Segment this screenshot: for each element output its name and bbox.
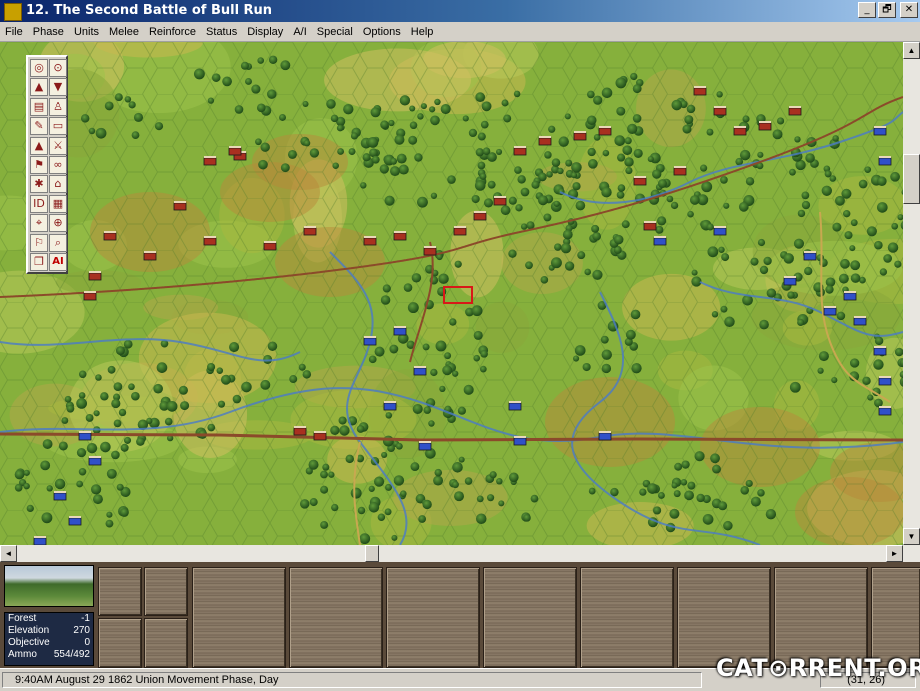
unit-panel: Forest -1 Elevation 270 Objective 0 Ammo 554…: [0, 562, 920, 668]
scroll-up-button[interactable]: ▲: [903, 42, 920, 59]
binoculars-icon[interactable]: ∞: [49, 156, 67, 174]
horizontal-scrollbar[interactable]: ◄ ►: [0, 545, 920, 562]
vertical-scroll-thumb[interactable]: [903, 154, 920, 204]
menu-status[interactable]: Status: [201, 26, 242, 38]
window-title: 12. The Second Battle of Bull Run: [26, 3, 273, 18]
scroll-down-button[interactable]: ▼: [903, 528, 920, 545]
unit-slot[interactable]: [98, 618, 142, 668]
unit-slot[interactable]: [774, 567, 868, 668]
leader-icon[interactable]: ⚑: [30, 156, 48, 174]
unit-slot[interactable]: [144, 567, 188, 616]
find-icon[interactable]: ⊙: [49, 59, 67, 77]
menu-file[interactable]: File: [0, 26, 28, 38]
menu-reinforce[interactable]: Reinforce: [144, 26, 201, 38]
hex-selection-box: [443, 286, 473, 304]
menu-help[interactable]: Help: [406, 26, 439, 38]
menu-special[interactable]: Special: [312, 26, 358, 38]
unit-slot[interactable]: [144, 618, 188, 668]
info-label: Forest: [8, 613, 37, 624]
info-label: Ammo: [8, 649, 37, 660]
fire-icon[interactable]: ⚔: [49, 136, 67, 155]
menu-melee[interactable]: Melee: [104, 26, 144, 38]
info-value: 0: [84, 637, 90, 648]
elevation-icon[interactable]: ▲: [30, 136, 48, 155]
battle-map[interactable]: [0, 42, 920, 545]
command-toolbar: ◎ ⊙ ▲ ▼ ▤ ♙ ✎ ▭ ▲ ⚔ ⚑ ∞ ✱ ⌂ ID ▦ ⌖ ⊕ ⚐ ⌕ ❐ AI: [26, 55, 68, 274]
unit-slots: [96, 564, 920, 668]
flag-icon[interactable]: ⚐: [30, 233, 48, 252]
watermark-text: CAT⊙RRENT.ORG: [716, 654, 920, 682]
map-icon[interactable]: ▦: [49, 194, 67, 213]
info-row-forest: Forest -1: [5, 613, 93, 625]
unit-slot[interactable]: [192, 567, 286, 668]
close-button[interactable]: ✕: [900, 2, 918, 18]
orders-icon[interactable]: ✎: [30, 117, 48, 136]
scroll-right-button[interactable]: ►: [886, 545, 903, 562]
info-value: -1: [81, 613, 90, 624]
ammo-wagon-icon[interactable]: ▭: [49, 117, 67, 136]
info-row-ammo: Ammo 554/492: [5, 649, 93, 661]
app-icon[interactable]: [4, 3, 22, 21]
horizontal-scroll-thumb[interactable]: [365, 545, 379, 562]
unit-slot[interactable]: [871, 567, 920, 668]
info-label: Objective: [8, 637, 50, 648]
menu-phase[interactable]: Phase: [28, 26, 69, 38]
unit-slot[interactable]: [677, 567, 771, 668]
menu-ai[interactable]: A/I: [288, 26, 311, 38]
terrain-preview-image: [4, 565, 94, 607]
unit-slot[interactable]: [580, 567, 674, 668]
unit-slot[interactable]: [386, 567, 480, 668]
status-message: 9:40AM August 29 1862 Union Movement Pha…: [2, 672, 702, 688]
move-up-icon[interactable]: ▲: [30, 78, 48, 97]
restore-button[interactable]: 🗗: [878, 2, 896, 18]
magnifier-icon[interactable]: ⌕: [49, 233, 67, 252]
terrain-info-panel: Forest -1 Elevation 270 Objective 0 Ammo 554…: [4, 612, 94, 666]
panels-icon[interactable]: ❐: [30, 253, 48, 271]
minimize-button[interactable]: _: [858, 2, 876, 18]
menu-display[interactable]: Display: [242, 26, 288, 38]
menu-options[interactable]: Options: [358, 26, 406, 38]
soldier-icon[interactable]: ♙: [49, 97, 67, 116]
ai-icon[interactable]: AI: [49, 253, 67, 271]
building-icon[interactable]: ⌂: [49, 175, 67, 194]
info-value: 554/492: [53, 649, 90, 660]
target-icon[interactable]: ⌖: [30, 214, 48, 233]
title-bar: 12. The Second Battle of Bull Run _ 🗗 ✕: [0, 0, 920, 22]
scroll-left-button[interactable]: ◄: [0, 545, 17, 562]
info-value: 270: [73, 625, 90, 636]
crosshair-icon[interactable]: ⊕: [49, 214, 67, 233]
wheel-icon[interactable]: ✱: [30, 175, 48, 194]
stack-icon[interactable]: ▤: [30, 97, 48, 116]
unit-slot[interactable]: [98, 567, 142, 616]
id-icon[interactable]: ID: [30, 194, 48, 213]
menu-bar: File Phase Units Melee Reinforce Status …: [0, 22, 920, 42]
move-down-icon[interactable]: ▼: [49, 78, 67, 97]
vertical-scrollbar[interactable]: ▲ ▼: [903, 42, 920, 545]
menu-units[interactable]: Units: [69, 26, 104, 38]
info-row-elevation: Elevation 270: [5, 625, 93, 637]
info-row-objective: Objective 0: [5, 637, 93, 649]
recenter-icon[interactable]: ◎: [30, 59, 48, 77]
unit-slot[interactable]: [289, 567, 383, 668]
info-label: Elevation: [8, 625, 50, 636]
unit-slot[interactable]: [483, 567, 577, 668]
